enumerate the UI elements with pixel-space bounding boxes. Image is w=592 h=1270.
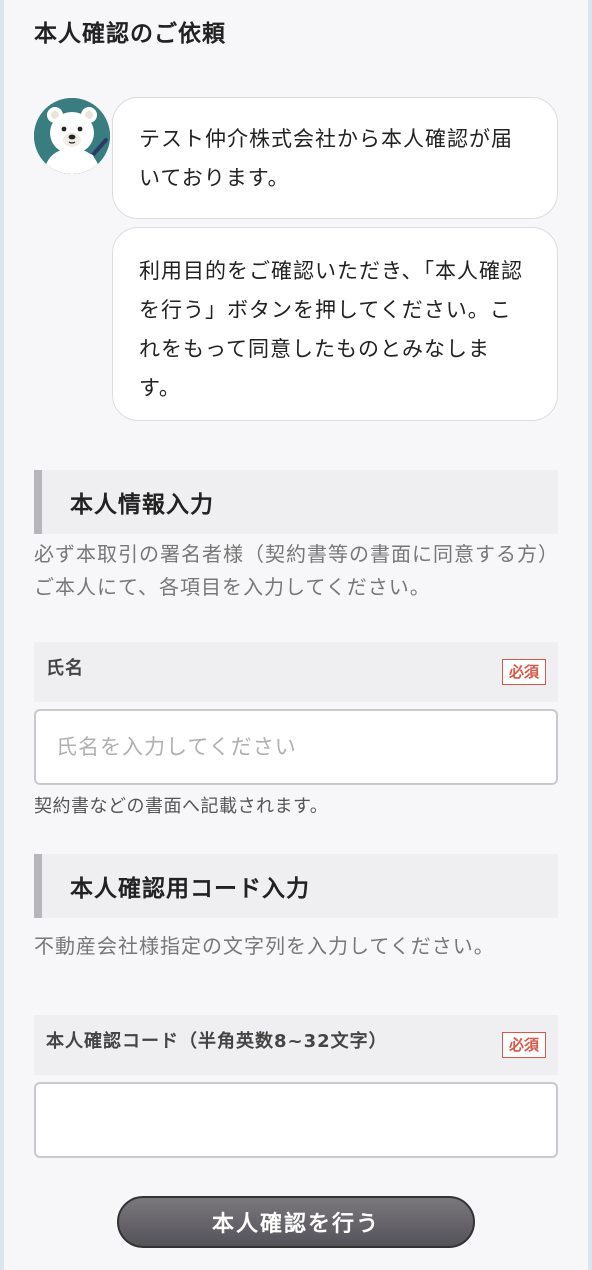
- required-badge: 必須: [501, 659, 546, 685]
- frame-left-edge: [0, 0, 4, 1270]
- code-field-label: 本人確認コード（半角英数8~32文字）: [46, 1031, 388, 1052]
- verify-identity-button[interactable]: 本人確認を行う: [117, 1196, 475, 1248]
- avatar: [34, 98, 110, 174]
- section-header-verification-code: 本人確認用コード入力: [34, 854, 558, 918]
- verification-code-input[interactable]: [34, 1082, 558, 1158]
- polar-bear-writing-icon: [34, 98, 110, 174]
- section-description: 必ず本取引の署名者様（契約書等の書面に同意する方）ご本人にて、各項目を入力してく…: [34, 542, 549, 599]
- section-description: 不動産会社様指定の文字列を入力してください。: [34, 934, 495, 958]
- name-field-label: 氏名: [46, 658, 84, 679]
- chat-message: テスト仲介株式会社から本人確認が届いております。: [112, 97, 558, 219]
- page-title: 本人確認のご依頼: [34, 21, 226, 47]
- code-field-label-bar: 本人確認コード（半角英数8~32文字） 必須: [34, 1015, 558, 1075]
- section-header-personal-info: 本人情報入力: [34, 470, 558, 534]
- name-field-hint: 契約書などの書面へ記載されます。: [34, 796, 329, 817]
- required-badge: 必須: [501, 1032, 546, 1058]
- chat-message: 利用目的をご確認いただき、「本人確認を行う」ボタンを押してください。これをもって…: [112, 227, 558, 421]
- name-field-label-bar: 氏名 必須: [34, 642, 558, 702]
- frame-right-edge: [588, 0, 592, 1270]
- name-input[interactable]: [34, 709, 558, 785]
